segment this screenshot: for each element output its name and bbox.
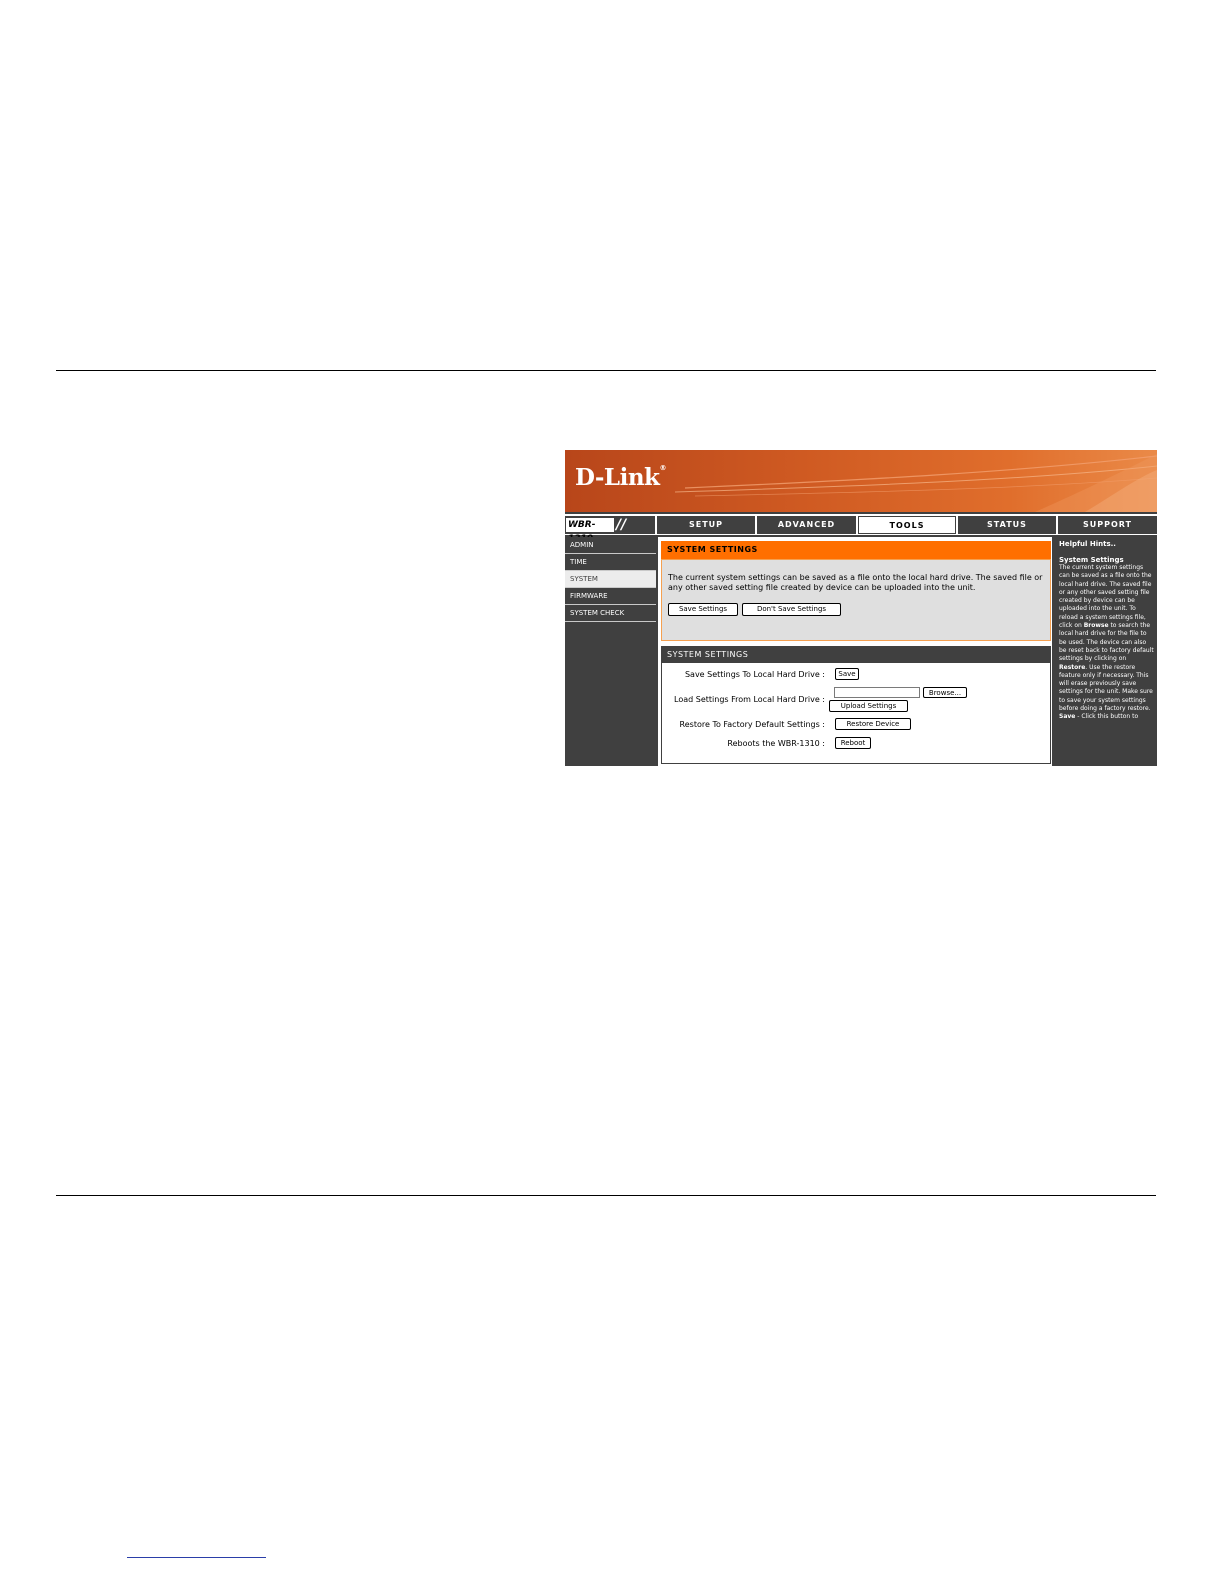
reboot-button[interactable]: Reboot — [835, 737, 871, 749]
intro-section-title: SYSTEM SETTINGS — [661, 541, 1051, 559]
router-web-ui-screenshot: D-Link® WBR-1310 // SETUP ADVANCED TOOLS… — [565, 450, 1157, 766]
browse-button[interactable]: Browse... — [923, 687, 967, 698]
load-from-drive-label: Load Settings From Local Hard Drive : — [674, 695, 825, 704]
settings-section-title: SYSTEM SETTINGS — [661, 646, 1051, 663]
dlink-logo: D-Link® — [575, 464, 666, 491]
model-slashes: // — [616, 517, 627, 533]
file-path-input[interactable] — [834, 687, 920, 698]
registered-mark: ® — [659, 464, 667, 472]
restore-defaults-label: Restore To Factory Default Settings : — [679, 720, 825, 729]
upload-settings-button[interactable]: Upload Settings — [829, 700, 908, 712]
settings-section: Save Settings To Local Hard Drive : Save… — [661, 663, 1051, 764]
hints-subtitle: System Settings — [1059, 556, 1124, 564]
model-name: WBR-1310 — [566, 518, 614, 544]
sidebar-item-system[interactable]: SYSTEM — [565, 571, 656, 588]
header-banner: D-Link® — [565, 450, 1157, 512]
tab-advanced[interactable]: ADVANCED — [757, 516, 856, 534]
save-settings-button[interactable]: Save Settings — [668, 603, 738, 616]
intro-section: The current system settings can be saved… — [661, 559, 1051, 641]
model-badge: WBR-1310 // — [565, 516, 655, 544]
sidebar-item-admin[interactable]: ADMIN — [565, 537, 656, 554]
save-to-drive-label: Save Settings To Local Hard Drive : — [684, 670, 825, 679]
intro-description: The current system settings can be saved… — [668, 573, 1043, 592]
hints-restore-term: Restore — [1059, 663, 1086, 671]
tab-support[interactable]: SUPPORT — [1058, 516, 1157, 534]
sidebar-item-time[interactable]: TIME — [565, 554, 656, 571]
restore-device-button[interactable]: Restore Device — [835, 718, 911, 730]
bottom-divider — [56, 1195, 1156, 1196]
hints-text-1: The current system settings can be saved… — [1059, 564, 1152, 630]
hints-body: The current system settings can be saved… — [1059, 564, 1154, 722]
top-divider — [56, 370, 1156, 371]
tab-setup[interactable]: SETUP — [657, 516, 755, 534]
top-navigation: WBR-1310 // SETUP ADVANCED TOOLS STATUS … — [565, 514, 1157, 544]
sidebar-item-firmware[interactable]: FIRMWARE — [565, 588, 656, 605]
main-content: SYSTEM SETTINGS The current system setti… — [658, 537, 1052, 766]
hints-save-term: Save — [1059, 713, 1076, 721]
helpful-hints-panel: Helpful Hints.. System Settings The curr… — [1056, 537, 1157, 766]
sidebar-menu: ADMIN TIME SYSTEM FIRMWARE SYSTEM CHECK — [565, 537, 656, 766]
sidebar-item-system-check[interactable]: SYSTEM CHECK — [565, 605, 656, 622]
tab-status[interactable]: STATUS — [958, 516, 1056, 534]
dont-save-settings-button[interactable]: Don't Save Settings — [742, 603, 841, 616]
hints-browse-term: Browse — [1083, 622, 1109, 630]
hints-title: Helpful Hints.. — [1059, 540, 1116, 548]
hints-text-4: - Click this button to — [1075, 713, 1139, 721]
reboot-label: Reboots the WBR-1310 : — [727, 739, 825, 748]
save-button[interactable]: Save — [835, 668, 859, 680]
logo-text: D-Link — [575, 464, 660, 491]
tab-tools[interactable]: TOOLS — [858, 516, 956, 534]
footer-link-underline[interactable] — [127, 1557, 266, 1558]
